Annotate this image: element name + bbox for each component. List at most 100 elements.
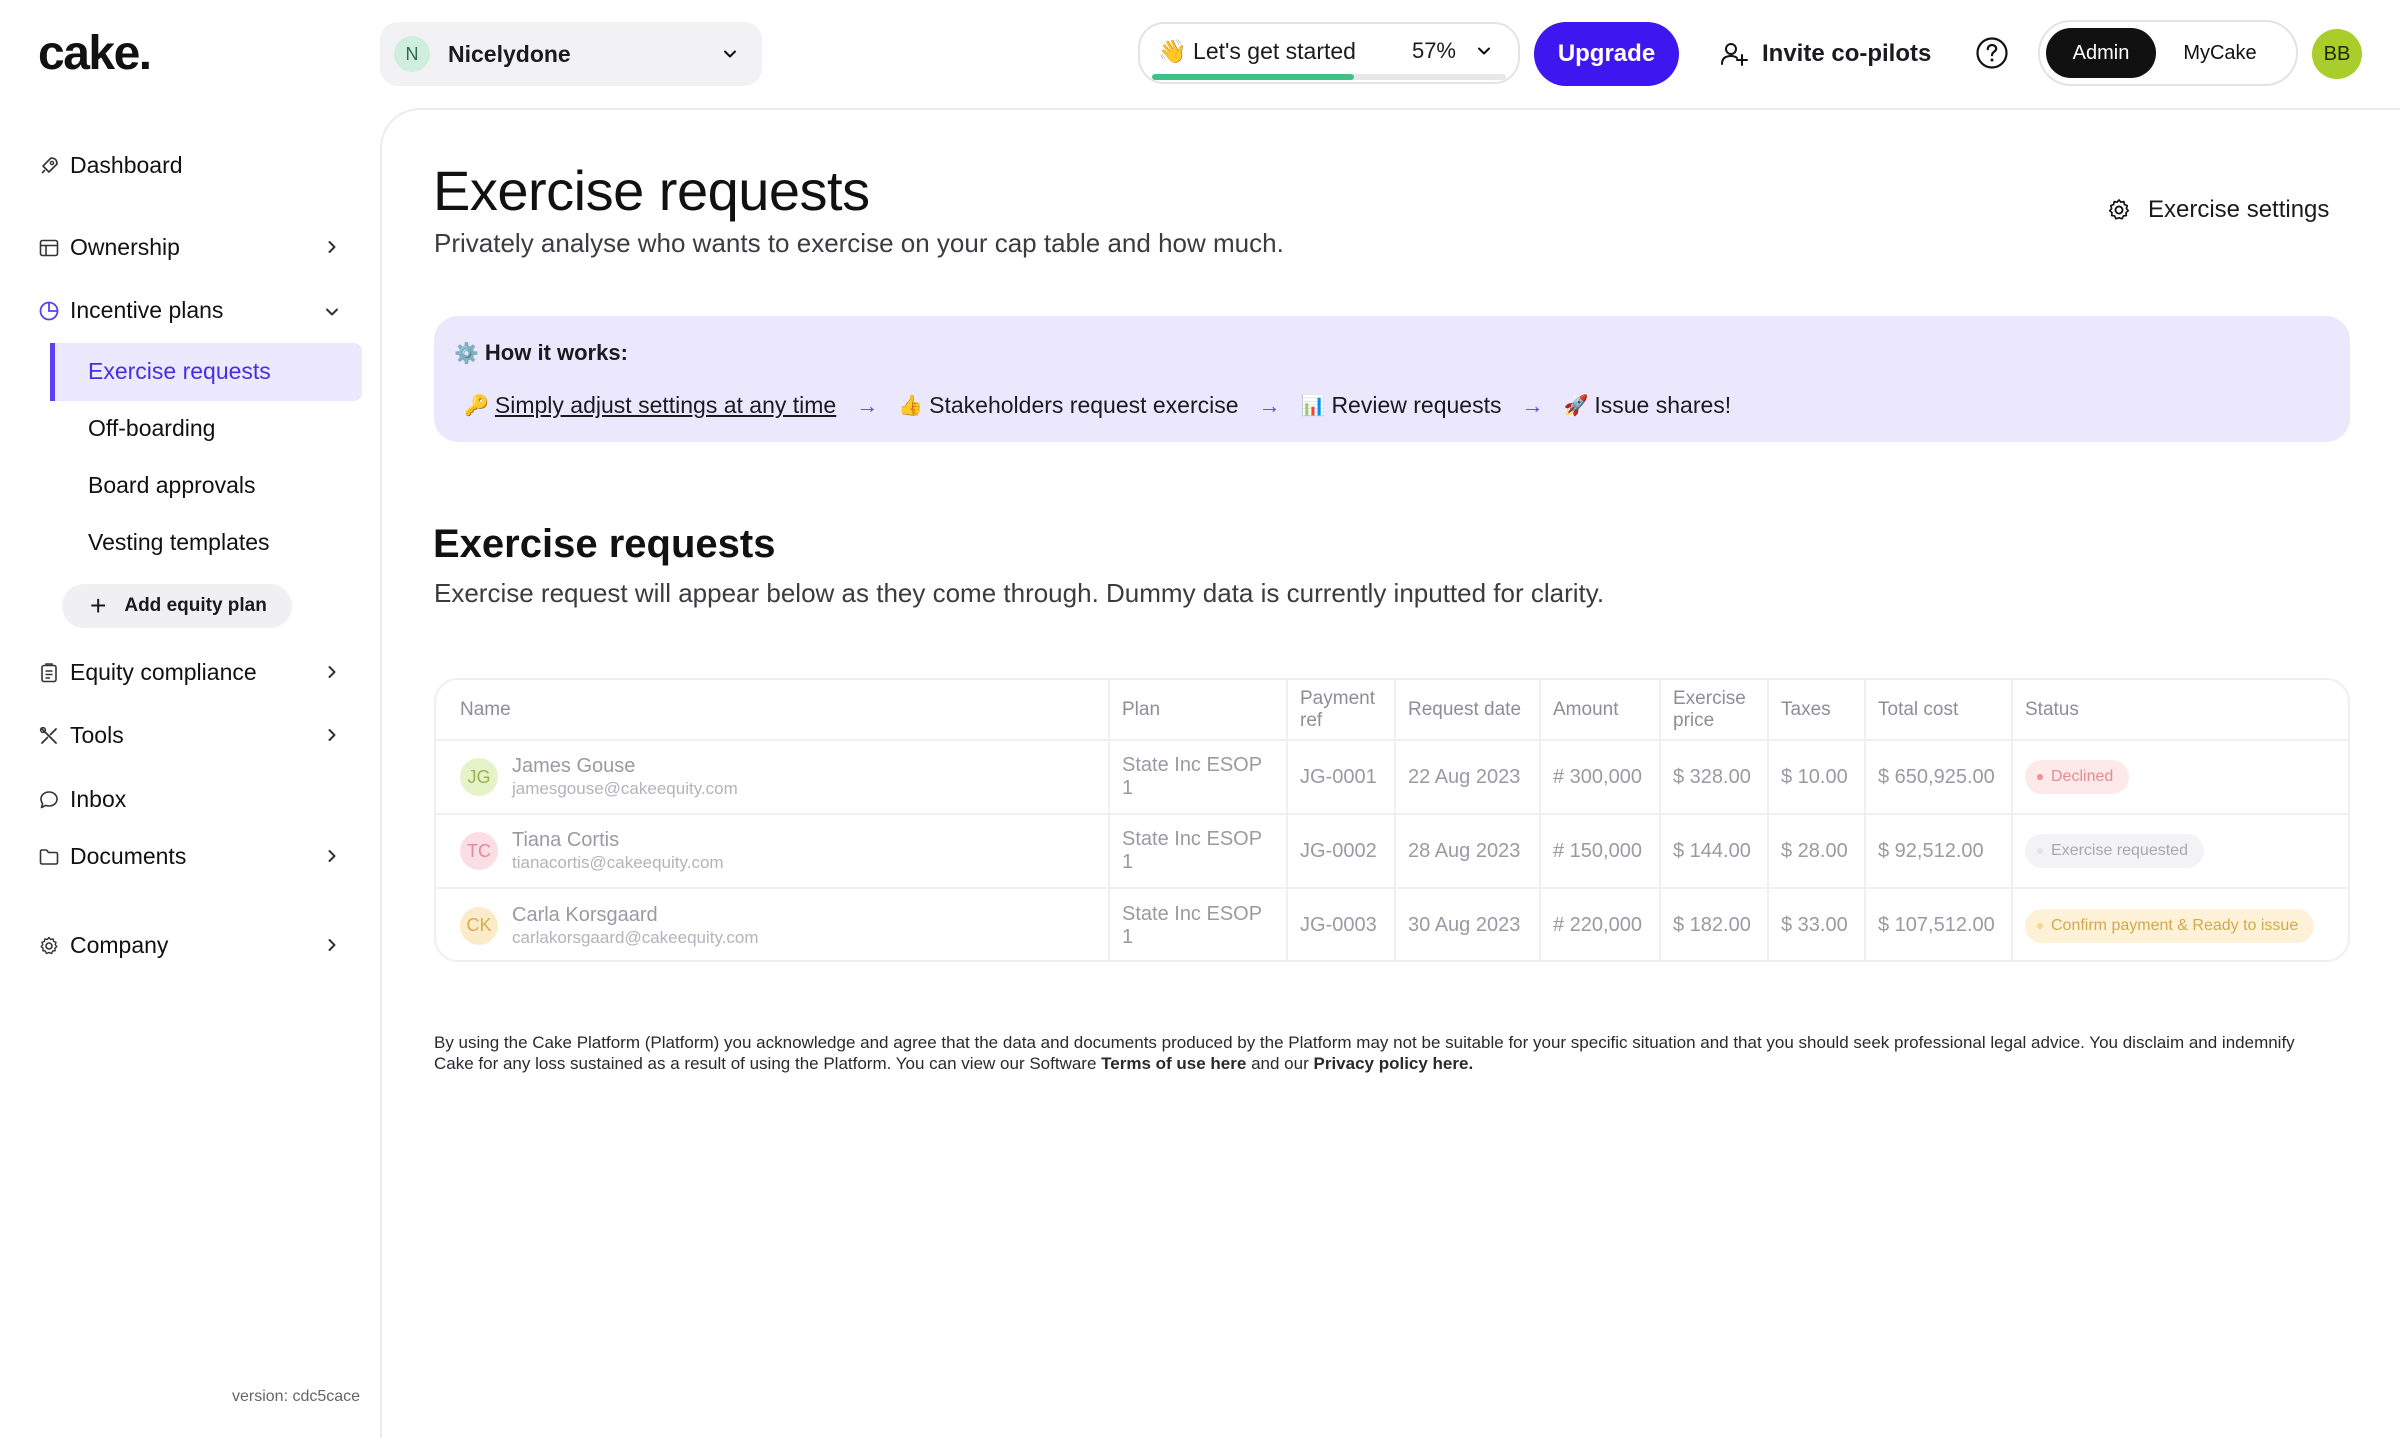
requests-section-subtitle: Exercise request will appear below as th…	[434, 578, 1605, 608]
sidebar-item-documents[interactable]: Documents	[38, 843, 186, 870]
thumbs-up-icon: 👍	[898, 395, 924, 417]
column-header-request-date[interactable]: Request date	[1395, 680, 1541, 740]
mode-mycake[interactable]: MyCake	[2156, 28, 2284, 78]
status-badge: Declined	[2025, 760, 2130, 794]
person-name: Carla Korsgaard	[512, 903, 658, 926]
legal-disclaimer: By using the Cake Platform (Platform) yo…	[434, 1032, 2314, 1074]
sidebar-label-dashboard: Dashboard	[70, 152, 183, 178]
chevron-right-icon	[322, 846, 342, 866]
sidebar-item-equity-compliance[interactable]: Equity compliance	[38, 659, 257, 686]
status-dot	[2037, 774, 2043, 780]
add-equity-plan-label: Add equity plan	[124, 595, 267, 616]
column-header-taxes[interactable]: Taxes	[1768, 680, 1866, 740]
step-stakeholders: Stakeholders request exercise	[929, 392, 1239, 418]
upgrade-button[interactable]: Upgrade	[1534, 22, 1679, 86]
cell-name: CK Carla Korsgaard carlakorsgaard@cakeequi…	[436, 887, 1110, 960]
sidebar-item-ownership[interactable]: Ownership	[38, 234, 180, 261]
sidebar-item-tools[interactable]: Tools	[38, 722, 124, 749]
sidebar-item-company[interactable]: Company	[38, 932, 168, 959]
tools-icon	[38, 725, 60, 747]
step-issue-shares: Issue shares!	[1594, 392, 1732, 418]
cell-payment-ref: JG-0002	[1287, 813, 1396, 888]
sidebar-item-inbox[interactable]: Inbox	[38, 786, 126, 813]
mode-toggle[interactable]: Admin MyCake	[2038, 20, 2298, 86]
cell-plan: State Inc ESOP 1	[1109, 739, 1288, 814]
exercise-settings-button[interactable]: Exercise settings	[2106, 196, 2329, 224]
page-subtitle: Privately analyse who wants to exercise …	[434, 228, 1284, 258]
mode-admin[interactable]: Admin	[2046, 28, 2156, 78]
add-equity-plan-button[interactable]: + Add equity plan	[62, 584, 292, 628]
gear-icon	[38, 935, 60, 957]
how-it-works-heading: ⚙️ How it works:	[454, 340, 628, 366]
help-icon[interactable]	[1975, 36, 2009, 70]
cell-plan: State Inc ESOP 1	[1109, 813, 1288, 888]
folder-icon	[38, 846, 60, 868]
column-header-amount[interactable]: Amount	[1540, 680, 1661, 740]
cell-status: Exercise requested	[2012, 813, 2348, 888]
disclaimer-and-our: and our	[1251, 1054, 1309, 1073]
sidebar-item-dashboard[interactable]: Dashboard	[38, 152, 183, 179]
column-header-exercise-price[interactable]: Exercise price	[1660, 680, 1769, 740]
arrow-right-icon: →	[1521, 392, 1544, 418]
column-header-status[interactable]: Status	[2012, 680, 2348, 740]
table-icon	[38, 237, 60, 259]
how-it-works-title: How it works:	[484, 340, 628, 365]
sidebar-item-off-boarding[interactable]: Off-boarding	[88, 415, 215, 442]
cell-request-date: 22 Aug 2023	[1395, 739, 1541, 814]
page-title: Exercise requests	[433, 159, 870, 222]
cell-total-cost: $ 107,512.00	[1865, 887, 2013, 960]
arrow-right-icon: →	[856, 392, 879, 418]
onboarding-progress[interactable]: 👋 Let's get started 57%	[1138, 22, 1520, 84]
table-header-row: Name Plan Payment ref Request date Amoun…	[436, 680, 2348, 740]
cake-logo[interactable]: cake.	[38, 26, 152, 81]
cell-exercise-price: $ 182.00	[1660, 887, 1769, 960]
sidebar-item-board-approvals[interactable]: Board approvals	[88, 472, 256, 499]
bar-chart-icon: 📊	[1300, 395, 1326, 417]
cell-taxes: $ 33.00	[1768, 887, 1866, 960]
table-row[interactable]: CK Carla Korsgaard carlakorsgaard@cakeequi…	[436, 887, 2348, 960]
terms-of-use-link[interactable]: Terms of use here	[1101, 1054, 1246, 1073]
key-icon: 🔑	[464, 395, 489, 417]
column-header-plan[interactable]: Plan	[1109, 680, 1288, 740]
sidebar-item-vesting-templates[interactable]: Vesting templates	[88, 529, 270, 556]
cell-total-cost: $ 650,925.00	[1865, 739, 2013, 814]
cell-exercise-price: $ 144.00	[1660, 813, 1769, 888]
invite-copilots-button[interactable]: Invite co-pilots	[1720, 22, 1931, 86]
how-it-works-steps: 🔑 Simply adjust settings at any time → 👍…	[464, 392, 1731, 419]
user-avatar[interactable]: BB	[2312, 29, 2362, 79]
table-row[interactable]: TC Tiana Cortis tianacortis@cakeequity.com…	[436, 813, 2348, 888]
invite-label: Invite co-pilots	[1762, 40, 1932, 67]
person-email: carlakorsgaard@cakeequity.com	[512, 927, 759, 947]
company-switcher[interactable]: N Nicelydone	[380, 22, 762, 86]
sidebar-item-exercise-requests[interactable]: Exercise requests	[88, 358, 271, 385]
cell-status: Confirm payment & Ready to issue	[2012, 887, 2348, 960]
rocket-icon	[38, 155, 60, 177]
progress-fill	[1152, 74, 1354, 80]
company-name: Nicelydone	[448, 40, 571, 67]
column-header-payment-ref[interactable]: Payment ref	[1287, 680, 1396, 740]
table-row[interactable]: JG James Gouse jamesgouse@cakeequity.com St…	[436, 739, 2348, 814]
cell-request-date: 30 Aug 2023	[1395, 887, 1541, 960]
cell-taxes: $ 28.00	[1768, 813, 1866, 888]
gear-emoji-icon: ⚙️	[454, 342, 479, 365]
column-header-total-cost[interactable]: Total cost	[1865, 680, 2013, 740]
person-email: tianacortis@cakeequity.com	[512, 853, 724, 872]
privacy-policy-link[interactable]: Privacy policy here.	[1313, 1054, 1473, 1073]
cell-amount: # 220,000	[1540, 887, 1661, 960]
cell-total-cost: $ 92,512.00	[1865, 813, 2013, 888]
chat-bubble-icon	[38, 789, 60, 811]
cell-name: TC Tiana Cortis tianacortis@cakeequity.com	[436, 813, 1110, 888]
cell-amount: # 150,000	[1540, 813, 1661, 888]
status-dot	[2037, 922, 2043, 929]
sidebar-label-tools: Tools	[70, 722, 124, 748]
adjust-settings-link[interactable]: Simply adjust settings at any time	[495, 392, 836, 419]
sidebar-item-incentive-plans[interactable]: Incentive plans	[38, 297, 223, 324]
progress-track	[1152, 74, 1506, 80]
sidebar-label-incentive-plans: Incentive plans	[70, 297, 224, 323]
cell-plan: State Inc ESOP 1	[1109, 887, 1288, 960]
clipboard-icon	[38, 662, 60, 684]
exercise-settings-label: Exercise settings	[2148, 196, 2330, 223]
company-avatar: N	[394, 36, 430, 72]
sidebar-label-inbox: Inbox	[70, 786, 127, 812]
column-header-name[interactable]: Name	[436, 680, 1110, 740]
